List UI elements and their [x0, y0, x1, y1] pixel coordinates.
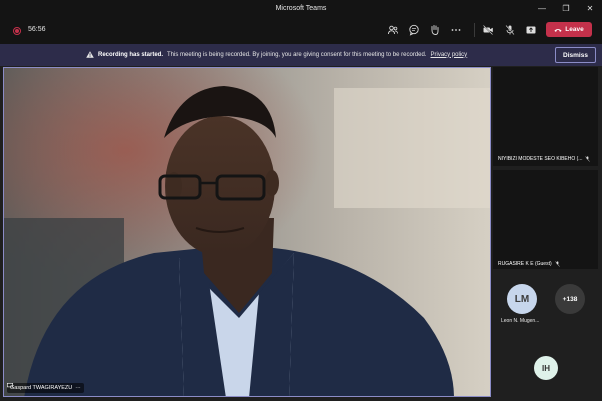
chat-icon[interactable]	[407, 23, 421, 37]
speaker-video	[4, 68, 490, 396]
participant-label: RUGASIRE K E (Guest)	[498, 261, 560, 267]
avatar[interactable]: LM	[507, 284, 537, 314]
banner-message: Recording has started. This meeting is b…	[86, 51, 467, 58]
screen-share-icon	[7, 383, 13, 388]
meeting-timer: 56:56	[28, 26, 46, 33]
leave-button[interactable]: Leave	[546, 22, 592, 37]
title-bar: Microsoft Teams — ❐ ✕	[0, 0, 602, 17]
share-icon[interactable]	[524, 23, 538, 37]
mic-off-icon[interactable]	[503, 23, 517, 37]
more-participants-count: +138	[562, 295, 578, 303]
phone-icon	[554, 28, 562, 32]
speaker-name-tag: Gaspard TWAGIRAYEZU ···	[7, 383, 84, 393]
avatar[interactable]: IH	[534, 356, 558, 380]
more-participants-button[interactable]: +138	[555, 284, 585, 314]
reactions-icon[interactable]	[428, 23, 442, 37]
avatar-name: Leon N. Mugen...	[501, 318, 540, 324]
more-icon[interactable]	[449, 23, 463, 37]
dismiss-label: Dismiss	[563, 51, 588, 59]
window-controls: — ❐ ✕	[530, 0, 602, 17]
participant-tile[interactable]: RUGASIRE K E (Guest)	[493, 170, 598, 269]
avatar-initials: IH	[542, 363, 550, 373]
recording-banner: Recording has started. This meeting is b…	[0, 44, 602, 66]
meeting-toolbar: 56:56 Leave	[0, 17, 602, 44]
participants-panel: NIYIBIZI MODESTE SEO KIBEHO (... RUGASIR…	[493, 67, 602, 401]
banner-body: This meeting is being recorded. By joini…	[167, 51, 427, 58]
participant-name: RUGASIRE K E (Guest)	[498, 261, 552, 267]
privacy-policy-link[interactable]: Privacy policy	[431, 52, 468, 58]
dismiss-button[interactable]: Dismiss	[555, 47, 596, 63]
leave-label: Leave	[565, 26, 584, 33]
main-video-stage: Gaspard TWAGIRAYEZU ···	[3, 67, 491, 397]
avatar-initials: LM	[514, 293, 530, 305]
window-title: Microsoft Teams	[275, 5, 327, 12]
participant-tile[interactable]: NIYIBIZI MODESTE SEO KIBEHO (...	[493, 67, 598, 166]
recording-icon	[13, 27, 21, 35]
participant-name: NIYIBIZI MODESTE SEO KIBEHO (...	[498, 156, 583, 162]
tile-more-icon[interactable]: ···	[75, 385, 81, 391]
mic-off-icon	[554, 261, 560, 267]
maximize-icon[interactable]: ❐	[554, 0, 578, 17]
banner-title: Recording has started.	[98, 51, 164, 58]
warning-icon	[86, 51, 94, 58]
close-icon[interactable]: ✕	[578, 0, 602, 17]
people-icon[interactable]	[386, 23, 400, 37]
mic-off-icon	[585, 156, 591, 162]
speaker-name: Gaspard TWAGIRAYEZU	[10, 385, 73, 391]
camera-off-icon[interactable]	[481, 23, 495, 37]
minimize-icon[interactable]: —	[530, 0, 554, 17]
participant-label: NIYIBIZI MODESTE SEO KIBEHO (...	[498, 156, 591, 162]
toolbar-divider	[474, 23, 475, 37]
